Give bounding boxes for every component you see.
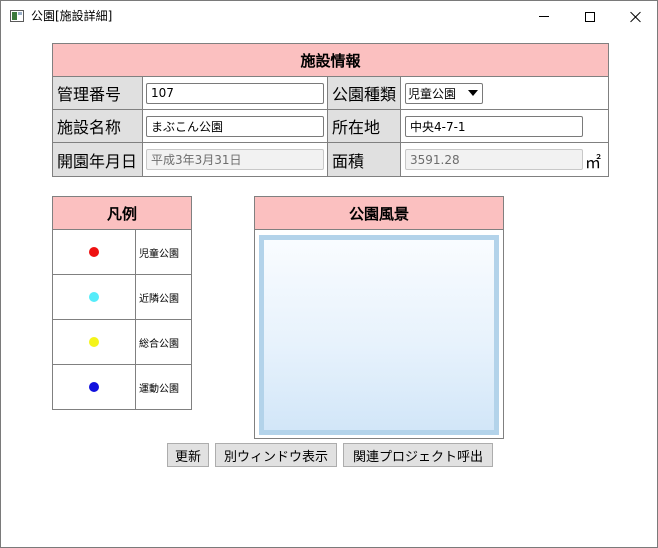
related-project-button[interactable]: 関連プロジェクト呼出 (343, 443, 493, 467)
close-icon (630, 11, 642, 23)
facility-info-row-1: 管理番号 公園種類 児童公園 (53, 77, 608, 110)
legend-marker-cell (53, 365, 136, 409)
separate-window-button[interactable]: 別ウィンドウ表示 (215, 443, 337, 467)
legend-header: 凡例 (53, 197, 191, 230)
legend-row: 児童公園 (53, 230, 191, 275)
maximize-icon (585, 11, 595, 22)
legend-marker-cell (53, 275, 136, 319)
maximize-button[interactable] (567, 1, 613, 32)
minimize-icon (539, 16, 549, 17)
location-input[interactable] (405, 115, 583, 137)
minimize-button[interactable] (521, 1, 567, 32)
legend-row: 近隣公園 (53, 275, 191, 320)
legend-label: 児童公園 (139, 248, 179, 260)
legend-table: 凡例 児童公園 近隣公園 総合公園 運動公園 (52, 196, 192, 410)
location-label: 所在地 (328, 110, 401, 142)
area-unit-label: ㎡ (585, 153, 602, 172)
park-scenery-header: 公園風景 (255, 197, 503, 230)
app-window: 公園[施設詳細] 施設情報 管理番号 公園種類 児童公園 (0, 0, 658, 548)
park-scenery-image (259, 235, 499, 435)
opening-date-cell (143, 143, 328, 176)
cyan-dot-icon (89, 292, 99, 302)
park-type-cell: 児童公園 (401, 77, 608, 109)
window-title: 公園[施設詳細] (31, 9, 113, 23)
opening-date-label: 開園年月日 (53, 143, 143, 176)
area-input[interactable] (405, 149, 583, 170)
management-number-input[interactable] (146, 82, 324, 104)
area-label: 面積 (328, 143, 401, 176)
park-type-label: 公園種類 (328, 77, 401, 109)
legend-marker-cell (53, 320, 136, 364)
title-bar[interactable]: 公園[施設詳細] (1, 1, 657, 32)
facility-info-row-2: 施設名称 所在地 (53, 110, 608, 143)
facility-name-label: 施設名称 (53, 110, 143, 142)
facility-info-header: 施設情報 (53, 44, 608, 77)
management-number-cell (143, 77, 328, 109)
blue-dot-icon (89, 382, 99, 392)
legend-row: 総合公園 (53, 320, 191, 365)
legend-row: 運動公園 (53, 365, 191, 409)
facility-name-cell (143, 110, 328, 142)
red-dot-icon (89, 247, 99, 257)
app-window-icon (10, 10, 24, 22)
legend-label: 近隣公園 (139, 293, 179, 305)
park-scenery-panel: 公園風景 (254, 196, 504, 439)
chevron-down-icon (468, 90, 478, 96)
opening-date-input[interactable] (146, 149, 324, 170)
facility-info-table: 施設情報 管理番号 公園種類 児童公園 施設名称 所在地 (52, 43, 609, 177)
area-cell: ㎡ (401, 143, 608, 176)
yellow-dot-icon (89, 337, 99, 347)
close-button[interactable] (613, 1, 658, 32)
facility-name-input[interactable] (146, 115, 324, 137)
location-cell (401, 110, 608, 142)
legend-marker-cell (53, 230, 136, 274)
facility-info-row-3: 開園年月日 面積 ㎡ (53, 143, 608, 176)
update-button[interactable]: 更新 (167, 443, 209, 467)
park-type-selected-value: 児童公園 (408, 86, 457, 101)
park-type-select[interactable]: 児童公園 (405, 82, 483, 104)
legend-label: 運動公園 (139, 383, 179, 395)
management-number-label: 管理番号 (53, 77, 143, 109)
legend-label: 総合公園 (139, 338, 179, 350)
